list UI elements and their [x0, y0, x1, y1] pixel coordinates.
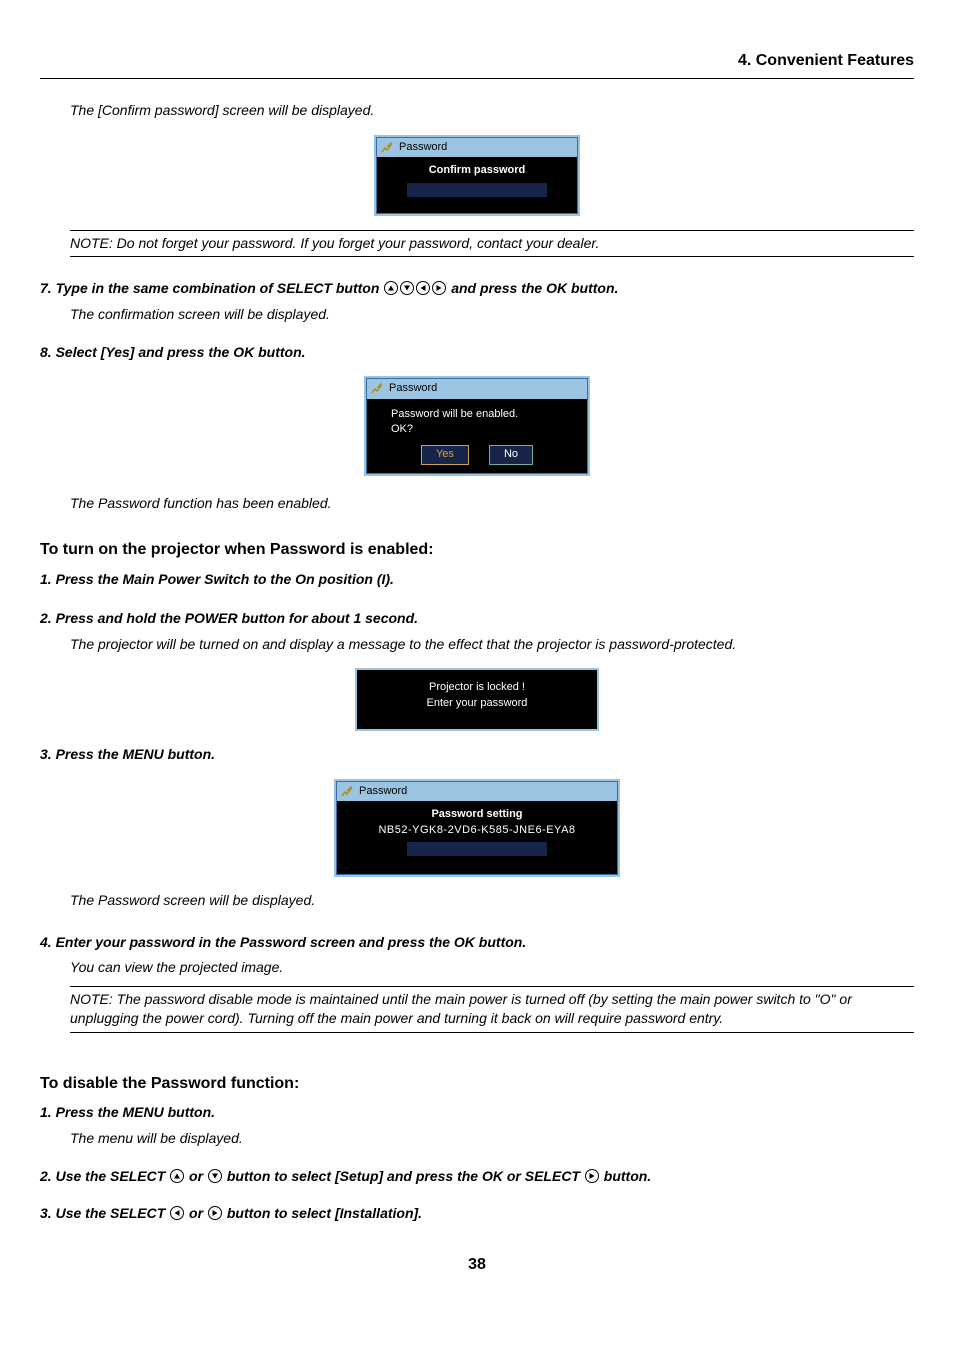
secB-s3-lead: Use the SELECT	[56, 1205, 170, 1221]
secB-s2-tail: button.	[600, 1168, 651, 1184]
select-right-icon	[208, 1206, 222, 1220]
page-number: 38	[40, 1254, 914, 1276]
intro-line: The [Confirm password] screen will be di…	[70, 101, 914, 121]
no-button[interactable]: No	[489, 445, 533, 464]
dialog-title: Password	[359, 784, 407, 799]
secB-s1-text: Press the MENU button.	[56, 1104, 215, 1120]
section-turn-on: To turn on the projector when Password i…	[40, 539, 914, 561]
select-up-icon	[384, 281, 398, 295]
password-input-field	[407, 842, 547, 856]
step-number: 1.	[40, 1104, 52, 1120]
select-left-icon	[170, 1206, 184, 1220]
dialog-title: Password	[389, 381, 437, 396]
secB-s2-mid2: button to select [Setup] and press the O…	[223, 1168, 584, 1184]
select-down-icon	[400, 281, 414, 295]
key-icon	[371, 383, 385, 395]
password-input-field	[407, 183, 547, 197]
dialog-password-setting: Password Password setting NB52-YGK8-2VD6…	[334, 779, 620, 877]
chapter-header: 4. Convenient Features	[40, 50, 914, 79]
step7-lead: Type in the same combination of SELECT b…	[56, 280, 380, 296]
dialog-label: Confirm password	[387, 163, 567, 178]
select-down-icon	[208, 1169, 222, 1183]
dialog-title: Password	[399, 140, 447, 155]
secB-s3-tail: button to select [Installation].	[223, 1205, 422, 1221]
select-right-icon	[432, 281, 446, 295]
dialog-confirm-password: Password Confirm password	[374, 135, 580, 216]
dialog-label: Password setting	[347, 807, 607, 822]
step-number: 2.	[40, 610, 52, 626]
step-number: 3.	[40, 1205, 52, 1221]
step7-sub: The confirmation screen will be displaye…	[70, 305, 914, 325]
locked-line1: Projector is locked !	[427, 680, 528, 695]
secB-s3-mid: or	[185, 1205, 207, 1221]
secA-s3-text: Press the MENU button.	[56, 746, 215, 762]
locked-message-box: Projector is locked ! Enter your passwor…	[355, 668, 600, 731]
section-disable: To disable the Password function:	[40, 1073, 914, 1095]
secA-s4-sub: You can view the projected image.	[70, 958, 914, 978]
figure-locked: Projector is locked ! Enter your passwor…	[40, 668, 914, 731]
dialog-enable-confirm: Password Password will be enabled. OK? Y…	[364, 376, 590, 476]
secA-s4-text: Enter your password in the Password scre…	[56, 934, 527, 950]
step-number: 7.	[40, 280, 52, 296]
after-dlg3: The Password screen will be displayed.	[70, 891, 914, 911]
locked-line2: Enter your password	[427, 696, 528, 711]
step-number: 4.	[40, 934, 52, 950]
figure-confirm-password: Password Confirm password	[40, 135, 914, 216]
step-number: 1.	[40, 571, 52, 587]
password-code: NB52-YGK8-2VD6-K585-JNE6-EYA8	[347, 823, 607, 838]
key-icon	[341, 786, 355, 798]
select-right-icon	[585, 1169, 599, 1183]
dialog-line2: OK?	[377, 422, 577, 437]
figure-enable-confirm: Password Password will be enabled. OK? Y…	[40, 376, 914, 476]
secA-s2-text: Press and hold the POWER button for abou…	[56, 610, 418, 626]
step8-text: Select [Yes] and press the OK button.	[56, 344, 306, 360]
after-dlg2: The Password function has been enabled.	[70, 494, 914, 514]
step7-tail: and press the OK button.	[451, 280, 618, 296]
secB-s2-lead: Use the SELECT	[56, 1168, 170, 1184]
secB-s2-mid: or	[185, 1168, 207, 1184]
select-up-icon	[170, 1169, 184, 1183]
secB-s1-sub: The menu will be displayed.	[70, 1129, 914, 1149]
step-number: 2.	[40, 1168, 52, 1184]
step-number: 3.	[40, 746, 52, 762]
yes-button[interactable]: Yes	[421, 445, 469, 464]
dialog-line1: Password will be enabled.	[377, 407, 577, 422]
key-icon	[381, 142, 395, 154]
secA-s2-sub: The projector will be turned on and disp…	[70, 635, 914, 655]
note-password-disable-mode: NOTE: The password disable mode is maint…	[70, 986, 914, 1033]
figure-password-setting: Password Password setting NB52-YGK8-2VD6…	[40, 779, 914, 877]
select-left-icon	[416, 281, 430, 295]
step-number: 8.	[40, 344, 52, 360]
secA-s1-text: Press the Main Power Switch to the On po…	[56, 571, 394, 587]
note-password-forget: NOTE: Do not forget your password. If yo…	[70, 230, 914, 258]
